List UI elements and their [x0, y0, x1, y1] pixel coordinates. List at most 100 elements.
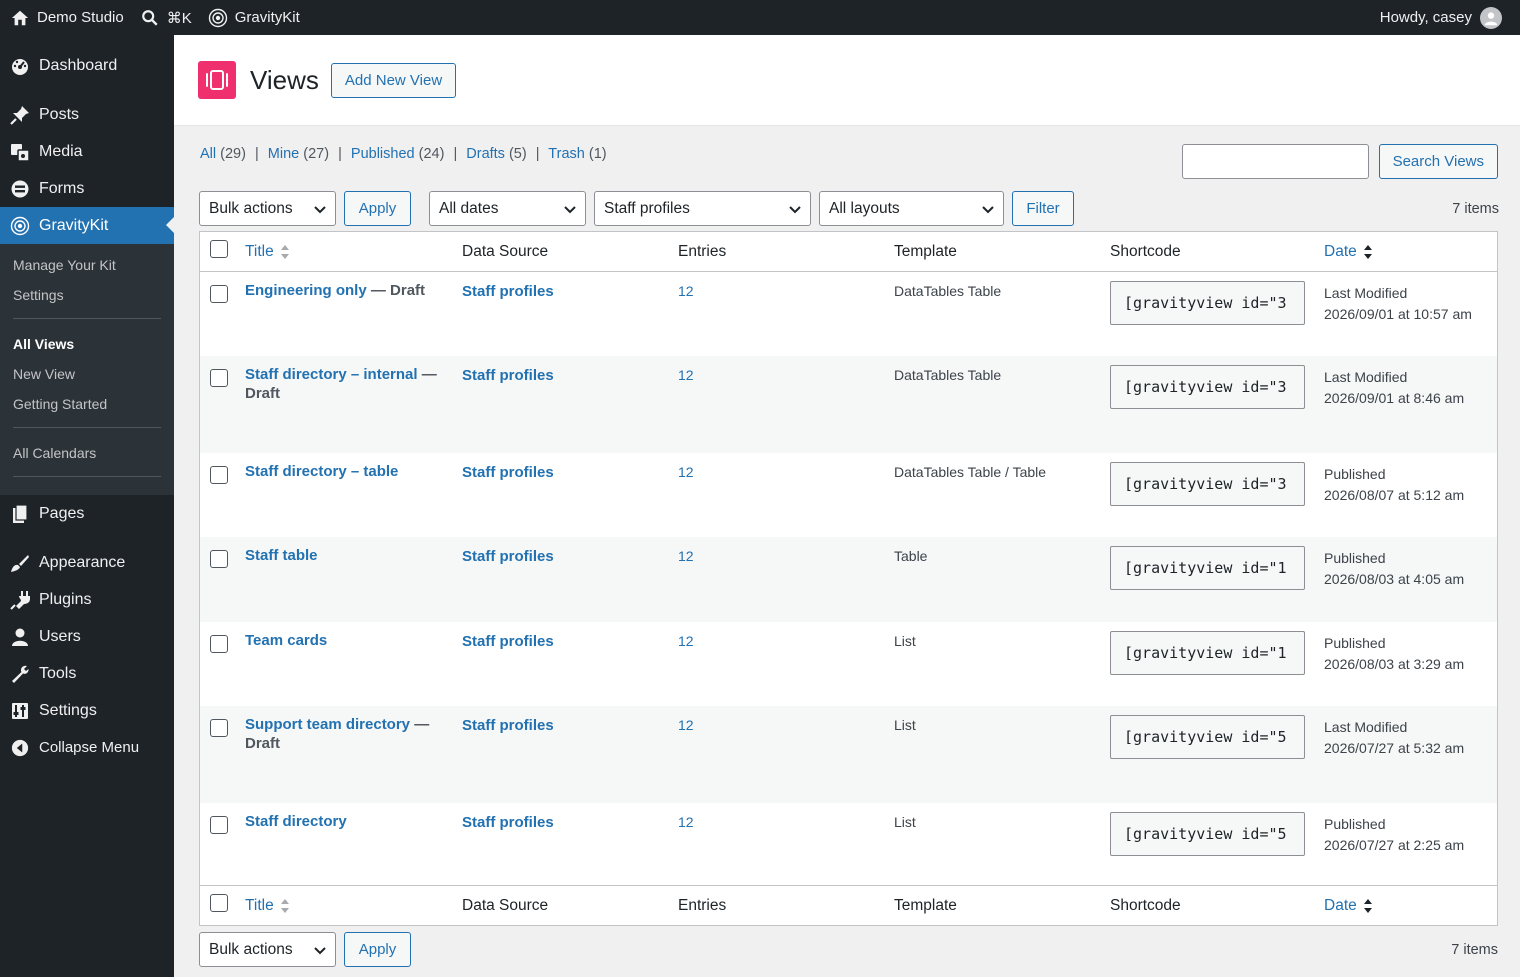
- date-label: Published: [1324, 635, 1386, 651]
- submenu-settings[interactable]: Settings: [0, 280, 174, 310]
- apply-button[interactable]: Apply: [344, 191, 411, 226]
- row-checkbox[interactable]: [210, 635, 228, 653]
- account-menu[interactable]: Howdy, casey: [1372, 0, 1510, 35]
- layout-filter-select[interactable]: All layouts: [819, 191, 1004, 226]
- row-checkbox[interactable]: [210, 719, 228, 737]
- view-title-link[interactable]: Team cards: [245, 632, 327, 649]
- sidebar-item-gravitykit[interactable]: GravityKit: [0, 207, 174, 244]
- search-views-button[interactable]: Search Views: [1378, 144, 1498, 179]
- submenu-all-views[interactable]: All Views: [0, 329, 174, 359]
- select-all-checkbox[interactable]: [210, 240, 228, 258]
- shortcode-field[interactable]: [gravityview id="5: [1110, 715, 1305, 759]
- entries-link[interactable]: 12: [678, 453, 894, 480]
- sidebar-item-tools[interactable]: Tools: [0, 655, 174, 692]
- date-filter-select[interactable]: All dates: [429, 191, 586, 226]
- data-source-link[interactable]: Staff profiles: [462, 356, 678, 384]
- view-title-link[interactable]: Staff directory: [245, 813, 347, 830]
- entries-link[interactable]: 12: [678, 803, 894, 830]
- sidebar-item-dashboard[interactable]: Dashboard: [0, 47, 174, 84]
- data-source-link[interactable]: Staff profiles: [462, 537, 678, 565]
- data-source-link[interactable]: Staff profiles: [462, 803, 678, 831]
- sidebar-item-pages[interactable]: Pages: [0, 495, 174, 532]
- table-row: Staff directory Staff profiles 12 List […: [200, 803, 1497, 885]
- entries-link[interactable]: 12: [678, 622, 894, 649]
- bulk-actions-select[interactable]: Bulk actions: [199, 932, 336, 967]
- view-title-link[interactable]: Staff table: [245, 547, 318, 564]
- sort-by-date[interactable]: Date: [1324, 243, 1373, 261]
- data-source-link[interactable]: Staff profiles: [462, 622, 678, 650]
- sidebar-item-plugins[interactable]: Plugins: [0, 581, 174, 618]
- sort-icon: [280, 898, 290, 914]
- select-all-checkbox[interactable]: [210, 894, 228, 912]
- date-label: Last Modified: [1324, 369, 1408, 385]
- apply-button[interactable]: Apply: [344, 932, 411, 967]
- entries-link[interactable]: 12: [678, 706, 894, 733]
- main-content: Views Add New View All (29) | Mine (27) …: [174, 35, 1520, 977]
- table-footer: Title Data Source Entries Template Short…: [200, 885, 1497, 925]
- entries-link[interactable]: 12: [678, 537, 894, 564]
- site-name-link[interactable]: Demo Studio: [2, 0, 132, 35]
- add-new-view-button[interactable]: Add New View: [330, 62, 457, 98]
- chevron-down-icon: [313, 943, 327, 957]
- sidebar-item-users[interactable]: Users: [0, 618, 174, 655]
- shortcode-field[interactable]: [gravityview id="1: [1110, 546, 1305, 590]
- sidebar-item-label: Forms: [39, 179, 85, 197]
- filter-trash-link[interactable]: Trash: [548, 146, 585, 162]
- submenu-getting-started[interactable]: Getting Started: [0, 389, 174, 419]
- column-entries: Entries: [678, 896, 727, 914]
- bulk-actions-value: Bulk actions: [209, 199, 293, 217]
- view-title-link[interactable]: Engineering only: [245, 282, 367, 299]
- shortcode-field[interactable]: [gravityview id="5: [1110, 812, 1305, 856]
- shortcode-field[interactable]: [gravityview id="1: [1110, 631, 1305, 675]
- submenu-manage-your-kit[interactable]: Manage Your Kit: [0, 250, 174, 280]
- row-checkbox[interactable]: [210, 285, 228, 303]
- row-checkbox[interactable]: [210, 550, 228, 568]
- filter-separator: |: [254, 146, 259, 162]
- entries-link[interactable]: 12: [678, 356, 894, 383]
- submenu-all-calendars[interactable]: All Calendars: [0, 438, 174, 468]
- date-label: Last Modified: [1324, 719, 1408, 735]
- sort-by-title[interactable]: Title: [245, 243, 290, 261]
- template-name: DataTables Table / Table: [894, 464, 1047, 480]
- submenu-new-view[interactable]: New View: [0, 359, 174, 389]
- command-search[interactable]: ⌘K: [132, 0, 200, 35]
- filter-drafts-link[interactable]: Drafts: [466, 146, 505, 162]
- view-title-link[interactable]: Support team directory: [245, 716, 410, 733]
- filter-button[interactable]: Filter: [1012, 191, 1074, 226]
- sort-by-title[interactable]: Title: [245, 897, 290, 915]
- search-input[interactable]: [1181, 144, 1369, 179]
- data-source-link[interactable]: Staff profiles: [462, 706, 678, 734]
- gravitykit-submenu: Manage Your Kit Settings All Views New V…: [0, 244, 174, 495]
- sidebar-item-settings[interactable]: Settings: [0, 692, 174, 729]
- template-name: List: [894, 717, 916, 733]
- sort-by-date[interactable]: Date: [1324, 897, 1373, 915]
- user-icon: [10, 627, 30, 647]
- form-filter-select[interactable]: Staff profiles: [594, 191, 811, 226]
- sidebar-item-media[interactable]: Media: [0, 133, 174, 170]
- views-table: Title Data Source Entries Template Short…: [199, 231, 1498, 926]
- view-title-link[interactable]: Staff directory – internal: [245, 366, 418, 383]
- bulk-actions-select[interactable]: Bulk actions: [199, 191, 336, 226]
- shortcode-field[interactable]: [gravityview id="3: [1110, 462, 1305, 506]
- entries-link[interactable]: 12: [678, 272, 894, 299]
- filter-all-link[interactable]: All: [200, 146, 216, 162]
- sidebar-item-forms[interactable]: Forms: [0, 170, 174, 207]
- shortcode-field[interactable]: [gravityview id="3: [1110, 365, 1305, 409]
- sidebar-item-posts[interactable]: Posts: [0, 96, 174, 133]
- gravitykit-adminbar-link[interactable]: GravityKit: [200, 0, 308, 35]
- column-entries: Entries: [678, 242, 727, 260]
- shortcode-field[interactable]: [gravityview id="3: [1110, 281, 1305, 325]
- sidebar-item-appearance[interactable]: Appearance: [0, 544, 174, 581]
- column-shortcode: Shortcode: [1110, 896, 1181, 914]
- row-checkbox[interactable]: [210, 816, 228, 834]
- view-title-link[interactable]: Staff directory – table: [245, 463, 398, 480]
- collapse-menu-button[interactable]: Collapse Menu: [0, 729, 174, 766]
- row-checkbox[interactable]: [210, 369, 228, 387]
- data-source-link[interactable]: Staff profiles: [462, 272, 678, 300]
- chevron-down-icon: [981, 202, 995, 216]
- row-checkbox[interactable]: [210, 466, 228, 484]
- sort-icon: [280, 244, 290, 260]
- filter-mine-link[interactable]: Mine: [268, 146, 299, 162]
- data-source-link[interactable]: Staff profiles: [462, 453, 678, 481]
- filter-published-link[interactable]: Published: [351, 146, 415, 162]
